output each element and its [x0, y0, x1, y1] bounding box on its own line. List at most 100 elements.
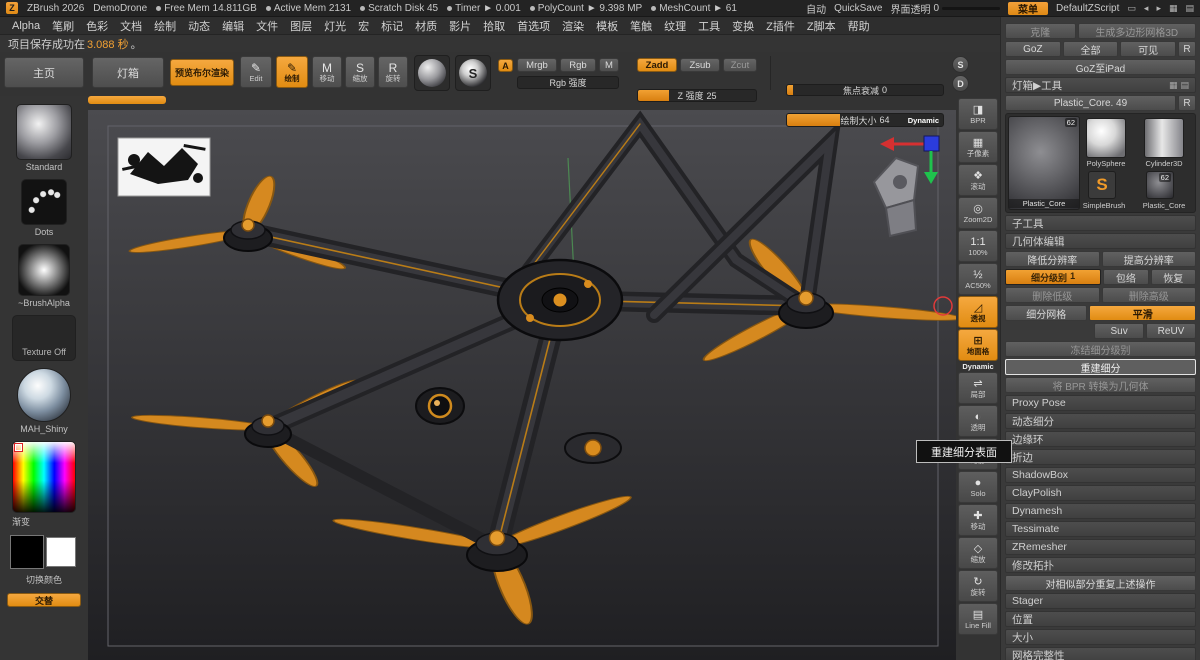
- polysphere-thumbnail[interactable]: [1086, 118, 1126, 158]
- menu-alpha[interactable]: Alpha: [6, 20, 46, 32]
- r-button[interactable]: R: [1178, 95, 1196, 111]
- preview-boolean-button[interactable]: 预览布尔渲染: [170, 59, 234, 86]
- scale3d-button[interactable]: ◇缩放: [958, 537, 998, 569]
- current-brush-thumbnail[interactable]: [16, 104, 72, 160]
- dynamic-subdiv-header[interactable]: 动态细分: [1005, 413, 1196, 429]
- main-color-swatch[interactable]: [10, 535, 44, 569]
- del-lower-button[interactable]: 删除低级: [1005, 287, 1100, 303]
- linefill-button[interactable]: ▤Line Fill: [958, 603, 998, 635]
- sculptris-pro-button[interactable]: S: [952, 56, 969, 73]
- geometry-section-header[interactable]: 几何体编辑: [1005, 233, 1196, 249]
- floor-grid-button[interactable]: ⊞地面格: [958, 329, 998, 361]
- monitor-icon[interactable]: ▭: [1127, 3, 1136, 14]
- menu-draw[interactable]: 绘制: [148, 18, 182, 34]
- reconstruct-subdiv-button[interactable]: 重建细分: [1005, 359, 1196, 375]
- proxy-pose-header[interactable]: Proxy Pose: [1005, 395, 1196, 411]
- repeat-similar-button[interactable]: 对相似部分重复上述操作: [1005, 575, 1196, 591]
- rgb-button[interactable]: Rgb: [560, 58, 596, 72]
- ui-opacity-track[interactable]: [942, 7, 1000, 10]
- current-stroke-thumbnail[interactable]: [21, 179, 67, 225]
- scroll-button[interactable]: ❖滚动: [958, 164, 998, 196]
- local-sym-button[interactable]: ⇌局部: [958, 372, 998, 404]
- grid-icon[interactable]: ▦: [1169, 3, 1178, 14]
- menu-edit[interactable]: 编辑: [216, 18, 250, 34]
- zadd-button[interactable]: Zadd: [637, 58, 677, 72]
- transparent-button[interactable]: ◐透明: [958, 405, 998, 437]
- current-material-thumbnail[interactable]: [17, 368, 71, 422]
- clone-button[interactable]: 克隆: [1005, 23, 1076, 39]
- move-button[interactable]: M 移动: [312, 56, 342, 88]
- menu-picker[interactable]: 拾取: [477, 18, 511, 34]
- sdiv-slider[interactable]: 细分级别1: [1005, 269, 1101, 285]
- menu-zplugin[interactable]: Z插件: [760, 18, 801, 34]
- zcut-button[interactable]: Zcut: [723, 58, 757, 72]
- edit-button[interactable]: ✎ Edit: [240, 56, 272, 88]
- menu-macro[interactable]: 宏: [352, 18, 375, 34]
- actual-size-button[interactable]: 1:1100%: [958, 230, 998, 262]
- current-alpha-thumbnail[interactable]: [18, 244, 70, 296]
- current-texture-thumbnail[interactable]: Texture Off: [12, 315, 76, 361]
- menu-transform[interactable]: 变换: [726, 18, 760, 34]
- m-button[interactable]: M: [599, 58, 619, 72]
- goz-button[interactable]: GoZ: [1005, 41, 1061, 57]
- simplebrush-thumbnail[interactable]: S: [1088, 171, 1116, 199]
- goz-all-button[interactable]: 全部: [1063, 41, 1119, 57]
- make-polymesh3d-button[interactable]: 生成多边形网格3D: [1078, 23, 1196, 39]
- tessimate-header[interactable]: Tessimate: [1005, 521, 1196, 537]
- bpr-button[interactable]: ◨BPR: [958, 98, 998, 130]
- z-intensity-slider[interactable]: Z 强度25: [637, 89, 757, 102]
- solo-button[interactable]: ●Solo: [958, 471, 998, 503]
- crease-header[interactable]: 折边: [1005, 449, 1196, 465]
- subtool-section-header[interactable]: 子工具: [1005, 215, 1196, 231]
- menu-stroke[interactable]: 笔触: [624, 18, 658, 34]
- draw-size-slider[interactable]: 绘制大小64 Dynamic: [786, 113, 944, 127]
- menu-preferences[interactable]: 首选项: [511, 18, 556, 34]
- stroke-preview-button[interactable]: S: [455, 55, 491, 91]
- lower-res-button[interactable]: 降低分辨率: [1005, 251, 1100, 267]
- ui-opacity-slider[interactable]: 界面透明 0: [890, 1, 1000, 16]
- home-button[interactable]: 主页: [4, 57, 84, 88]
- edgeloop-header[interactable]: 边缘环: [1005, 431, 1196, 447]
- menu-movie[interactable]: 影片: [443, 18, 477, 34]
- menu-file[interactable]: 文件: [250, 18, 284, 34]
- reuv-button[interactable]: ReUV: [1146, 323, 1196, 339]
- focal-shift-slider[interactable]: 焦点衰减0: [786, 84, 944, 96]
- suv-button[interactable]: Suv: [1094, 323, 1144, 339]
- higher-res-button[interactable]: 提高分辨率: [1102, 251, 1197, 267]
- cylinder3d-thumbnail[interactable]: [1144, 118, 1184, 158]
- goz-visible-button[interactable]: 可见: [1120, 41, 1176, 57]
- r-button[interactable]: R: [1178, 41, 1196, 57]
- swap-color-button[interactable]: 交替: [7, 593, 81, 607]
- zremesher-header[interactable]: ZRemesher: [1005, 539, 1196, 555]
- menu-layer[interactable]: 图层: [284, 18, 318, 34]
- zoom2d-button[interactable]: ◎Zoom2D: [958, 197, 998, 229]
- menu-help[interactable]: 帮助: [842, 18, 876, 34]
- quicksave-button[interactable]: QuickSave: [834, 3, 882, 14]
- lightbox-tools-header[interactable]: 灯箱▶工具 ▦▤: [1005, 77, 1196, 93]
- aahalf-button[interactable]: ½AC50%: [958, 263, 998, 295]
- pan-left-icon[interactable]: ◂: [1144, 3, 1149, 14]
- mrgb-button[interactable]: Mrgb: [517, 58, 557, 72]
- menu-stencil[interactable]: 模板: [590, 18, 624, 34]
- dynamic-brush-button[interactable]: D: [952, 75, 969, 92]
- del-higher-button[interactable]: 删除高级: [1102, 287, 1197, 303]
- menu-material[interactable]: 材质: [409, 18, 443, 34]
- secondary-color-swatch[interactable]: [46, 537, 76, 567]
- viewport-canvas[interactable]: [88, 110, 956, 660]
- a-button[interactable]: A: [498, 59, 513, 72]
- zsub-button[interactable]: Zsub: [680, 58, 720, 72]
- divide-button[interactable]: 细分网格: [1005, 305, 1087, 321]
- menu-dynamic[interactable]: 动态: [182, 18, 216, 34]
- spix-button[interactable]: ▦子像素: [958, 131, 998, 163]
- restore-button[interactable]: 恢复: [1151, 269, 1196, 285]
- plastic-core-thumbnail[interactable]: 62: [1146, 171, 1174, 199]
- shadowbox-header[interactable]: ShadowBox: [1005, 467, 1196, 483]
- menu-button[interactable]: 菜单: [1008, 2, 1048, 15]
- position-header[interactable]: 位置: [1005, 611, 1196, 627]
- menu-color[interactable]: 色彩: [80, 18, 114, 34]
- active-tool-thumbnail[interactable]: 62 Plastic_Core: [1008, 116, 1080, 210]
- claypolish-header[interactable]: ClayPolish: [1005, 485, 1196, 501]
- active-tool-slider[interactable]: Plastic_Core. 49: [1005, 95, 1176, 111]
- rgb-intensity-slider[interactable]: Rgb 强度: [517, 76, 619, 89]
- menu-brush[interactable]: 笔刷: [46, 18, 80, 34]
